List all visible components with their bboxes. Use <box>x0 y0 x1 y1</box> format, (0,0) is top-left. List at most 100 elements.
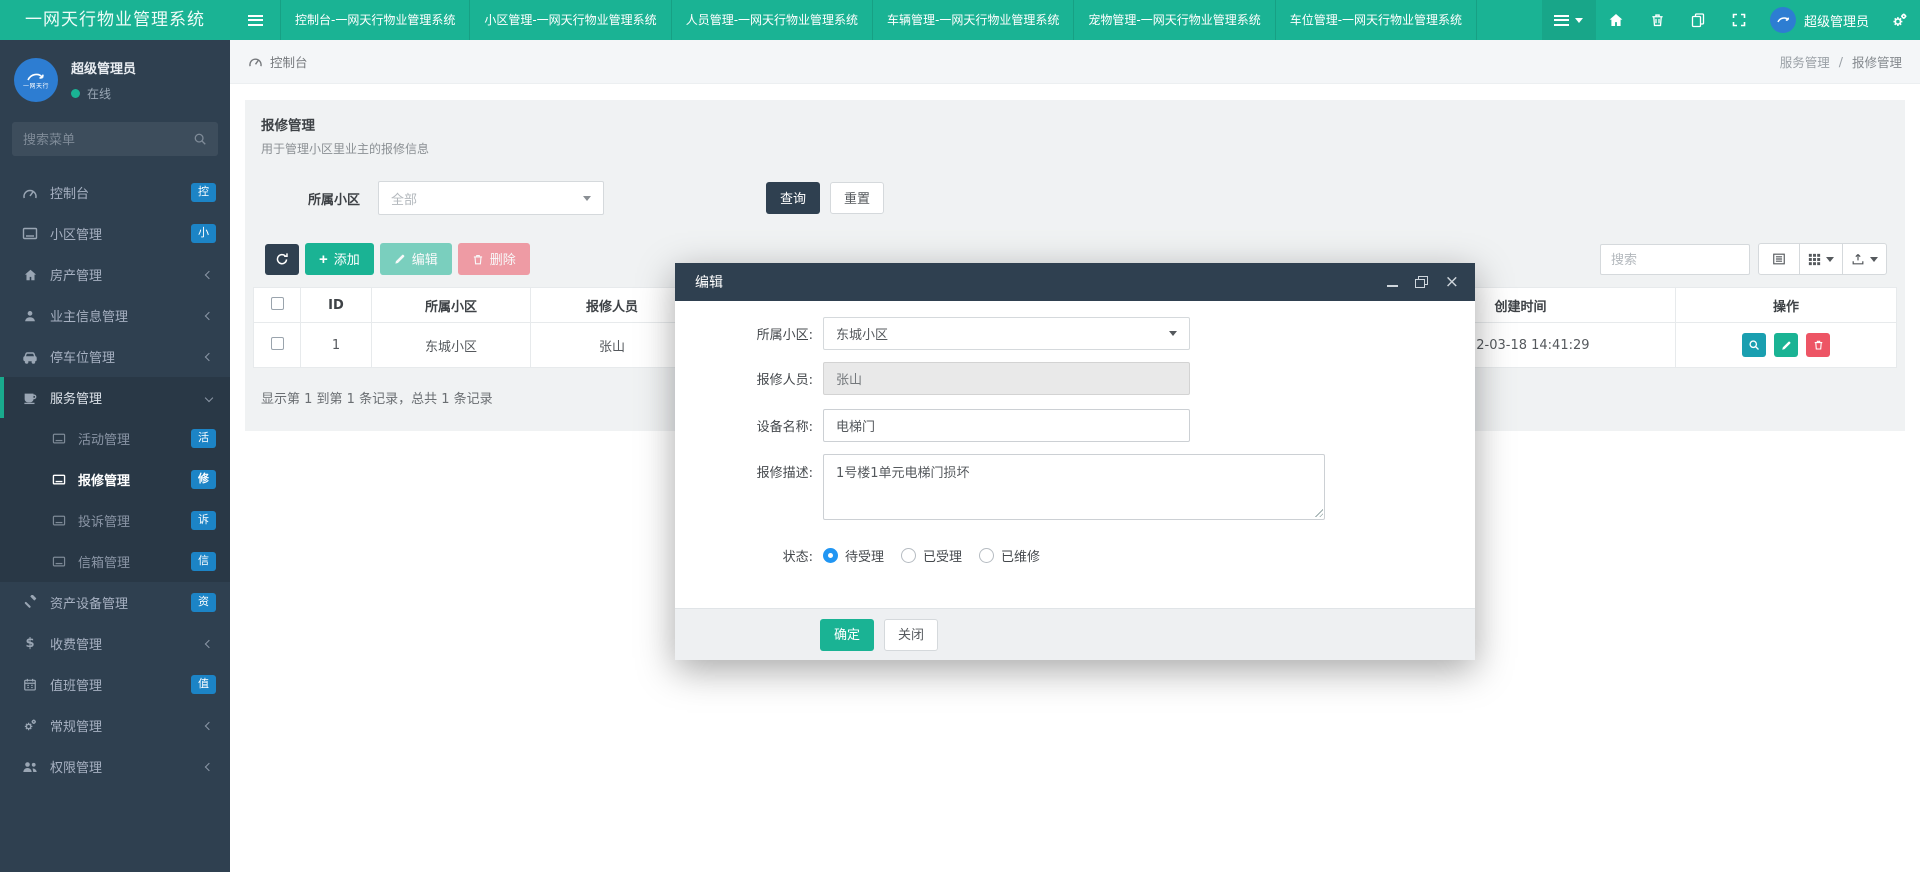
breadcrumb-home-label: 控制台 <box>270 52 308 71</box>
close-icon[interactable]: × <box>1445 274 1459 291</box>
radio-accepted[interactable]: 已受理 <box>901 546 962 565</box>
breadcrumb-home[interactable]: 控制台 <box>248 52 308 71</box>
table-search-input[interactable] <box>1611 252 1739 267</box>
detail-view-button[interactable] <box>1758 243 1800 275</box>
tab-vehicle[interactable]: 车辆管理-一网天行物业管理系统 <box>873 0 1074 40</box>
sidebar-item-label: 常规管理 <box>50 716 206 735</box>
col-reporter[interactable]: 报修人员 <box>531 288 694 323</box>
tab-community[interactable]: 小区管理-一网天行物业管理系统 <box>470 0 671 40</box>
brand-title: 一网天行物业管理系统 <box>0 0 230 40</box>
modal-header[interactable]: 编辑 × <box>675 263 1475 301</box>
trash-icon[interactable] <box>1649 12 1666 29</box>
caret-down-icon <box>1169 331 1177 336</box>
sidebar-item-activity[interactable]: 活动管理 活 <box>0 418 230 459</box>
sidebar-item-label: 服务管理 <box>50 388 206 407</box>
form-row-description: 报修描述: 1号楼1单元电梯门损坏 <box>675 454 1325 520</box>
settings-gears-icon[interactable] <box>1891 12 1908 29</box>
user-menu[interactable]: 超级管理员 <box>1770 7 1869 33</box>
select-all-header <box>254 288 301 323</box>
row-select-cell <box>254 323 301 368</box>
minimize-icon[interactable] <box>1387 278 1398 287</box>
maximize-restore-icon[interactable] <box>1415 276 1428 288</box>
home-icon[interactable] <box>1608 12 1625 29</box>
radio-pending[interactable]: 待受理 <box>823 546 884 565</box>
reset-button[interactable]: 重置 <box>830 182 884 214</box>
menu-search-box[interactable] <box>12 122 218 156</box>
breadcrumb-section[interactable]: 服务管理 <box>1780 52 1830 71</box>
confirm-button[interactable]: 确定 <box>820 619 874 651</box>
view-row-button[interactable] <box>1742 333 1766 357</box>
menu-badge: 小 <box>191 224 216 242</box>
sidebar-item-general[interactable]: 常规管理 <box>0 705 230 746</box>
community-select[interactable]: 东城小区 <box>823 317 1190 350</box>
sidebar-item-fees[interactable]: $ 收费管理 <box>0 623 230 664</box>
sidebar-item-repair[interactable]: 报修管理 修 <box>0 459 230 500</box>
query-button[interactable]: 查询 <box>766 182 820 214</box>
row-community: 东城小区 <box>372 323 531 368</box>
community-label: 所属小区: <box>675 324 823 343</box>
tab-pet[interactable]: 宠物管理-一网天行物业管理系统 <box>1074 0 1275 40</box>
refresh-button[interactable] <box>265 244 299 275</box>
col-community[interactable]: 所属小区 <box>372 288 531 323</box>
close-button[interactable]: 关闭 <box>884 619 938 651</box>
sidebar-item-mailbox[interactable]: 信箱管理 信 <box>0 541 230 582</box>
menu-search-input[interactable] <box>23 132 193 147</box>
sidebar-item-complaint[interactable]: 投诉管理 诉 <box>0 500 230 541</box>
toolbar-right <box>1600 243 1897 275</box>
sidebar-item-community[interactable]: 小区管理 小 <box>0 213 230 254</box>
row-checkbox[interactable] <box>271 337 284 350</box>
sidebar-toggle-button[interactable] <box>230 0 280 40</box>
filter-row: 所属小区 全部 查询 重置 <box>253 181 1897 215</box>
add-button[interactable]: + 添加 <box>305 243 374 275</box>
device-input[interactable] <box>823 409 1190 442</box>
car-icon <box>22 350 38 364</box>
sidebar-item-console[interactable]: 控制台 控 <box>0 172 230 213</box>
sidebar-item-label: 资产设备管理 <box>50 593 191 612</box>
radio-repaired[interactable]: 已维修 <box>979 546 1040 565</box>
service-menu-block: 服务管理 活动管理 活 报修管理 修 投诉管理 诉 <box>0 377 230 582</box>
sidebar-item-label: 控制台 <box>50 183 191 202</box>
sidebar-item-permissions[interactable]: 权限管理 <box>0 746 230 787</box>
tab-parking[interactable]: 车位管理-一网天行物业管理系统 <box>1276 0 1477 40</box>
profile-avatar[interactable]: 一网天行 <box>14 58 58 102</box>
pencil-icon <box>1781 340 1792 351</box>
community-filter-label: 所属小区 <box>308 189 360 208</box>
row-actions <box>1676 323 1897 368</box>
resize-grip-icon[interactable] <box>1314 508 1323 517</box>
fullscreen-icon[interactable] <box>1731 12 1748 29</box>
menu-badge: 控 <box>191 183 216 201</box>
sidebar-item-label: 收费管理 <box>50 634 206 653</box>
edit-row-button[interactable] <box>1774 333 1798 357</box>
sidebar-item-owner-info[interactable]: 业主信息管理 <box>0 295 230 336</box>
export-button[interactable] <box>1842 243 1887 275</box>
sidebar-item-duty[interactable]: 值班管理 值 <box>0 664 230 705</box>
sidebar-item-parking[interactable]: 停车位管理 <box>0 336 230 377</box>
sidebar-item-property[interactable]: 房产管理 <box>0 254 230 295</box>
user-name: 超级管理员 <box>1804 11 1869 30</box>
menu-badge: 值 <box>191 675 216 693</box>
edit-button[interactable]: 编辑 <box>380 243 452 275</box>
description-textarea[interactable]: 1号楼1单元电梯门损坏 <box>823 454 1325 520</box>
tab-console[interactable]: 控制台-一网天行物业管理系统 <box>280 0 470 40</box>
home-icon <box>22 268 38 282</box>
chevron-left-icon <box>205 311 213 319</box>
tab-personnel[interactable]: 人员管理-一网天行物业管理系统 <box>672 0 873 40</box>
delete-row-button[interactable] <box>1806 333 1830 357</box>
user-icon <box>22 309 38 323</box>
select-all-checkbox[interactable] <box>271 297 284 310</box>
col-id[interactable]: ID <box>301 288 372 323</box>
sidebar-item-service[interactable]: 服务管理 <box>0 377 230 418</box>
modal-title: 编辑 <box>695 272 1387 292</box>
modal-window-controls: × <box>1387 274 1459 291</box>
sidebar-item-assets[interactable]: 资产设备管理 资 <box>0 582 230 623</box>
delete-button[interactable]: 删除 <box>458 243 530 275</box>
breadcrumb-separator: / <box>1839 54 1843 69</box>
gavel-icon <box>22 595 38 610</box>
columns-button[interactable] <box>1799 243 1843 275</box>
copy-pages-icon[interactable] <box>1690 12 1707 29</box>
community-filter-select[interactable]: 全部 <box>378 181 604 215</box>
tab-list-dropdown-button[interactable] <box>1542 0 1596 40</box>
table-search-box[interactable] <box>1600 244 1750 275</box>
columns-grid-icon <box>1808 253 1821 266</box>
sidebar-item-label: 报修管理 <box>78 470 191 489</box>
